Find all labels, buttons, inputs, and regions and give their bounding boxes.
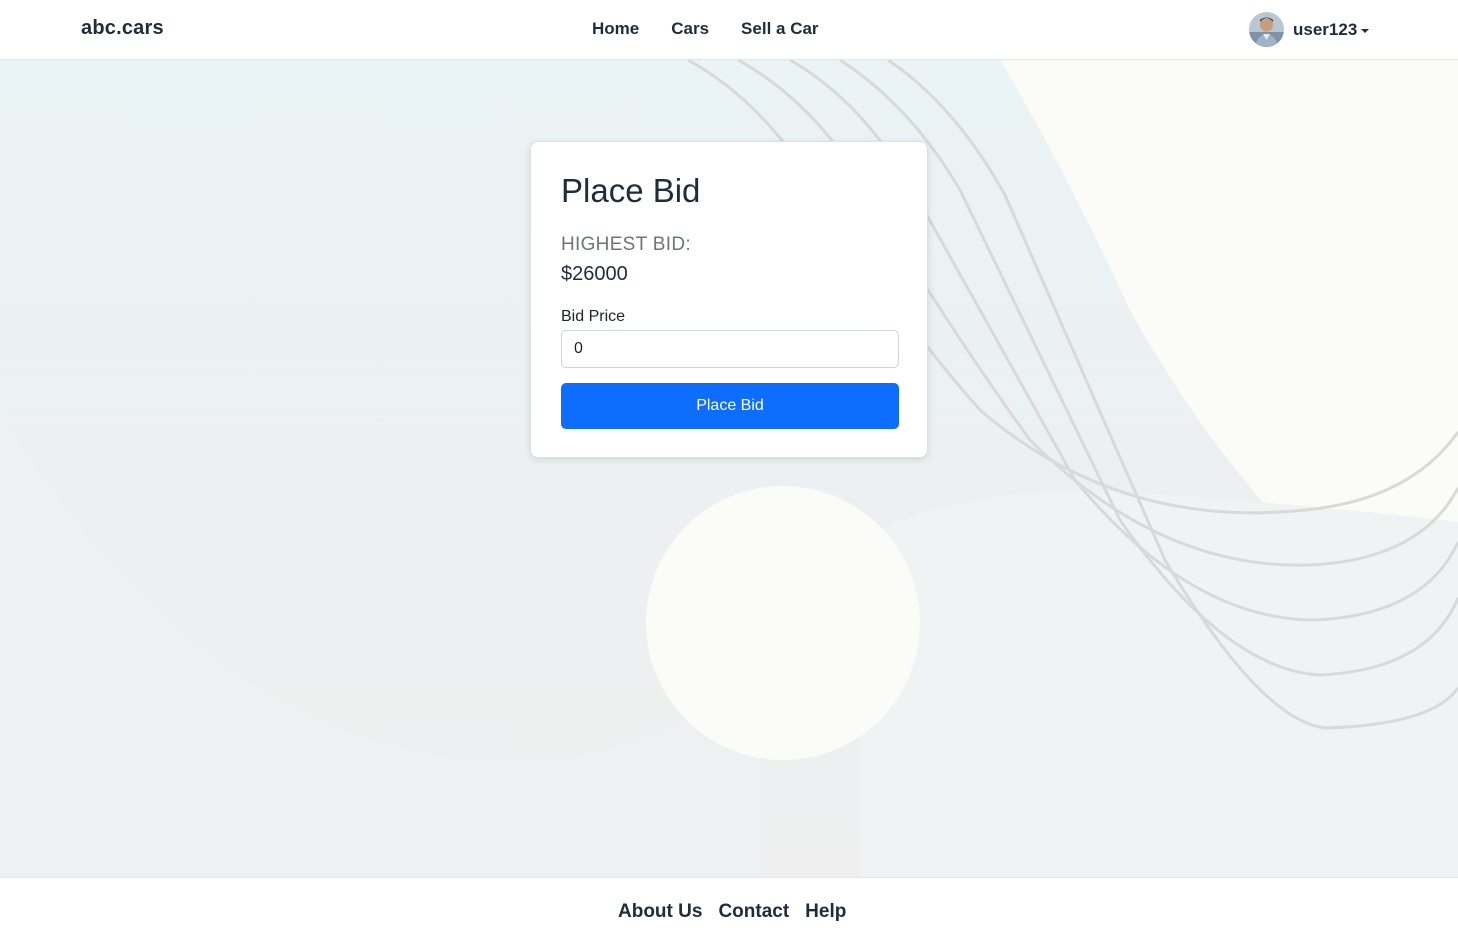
- footer-link-contact[interactable]: Contact: [718, 901, 789, 923]
- place-bid-button[interactable]: Place Bid: [561, 383, 899, 429]
- highest-bid-label: HIGHEST BID:: [561, 234, 691, 255]
- brand-logo-link[interactable]: abc.cars: [81, 17, 164, 40]
- user-avatar-icon: [1249, 12, 1284, 47]
- hero-background: Place Bid HIGHEST BID: $26000 Bid Price …: [0, 60, 1458, 877]
- main-nav: Home Cars Sell a Car: [592, 19, 819, 39]
- nav-link-sell-a-car[interactable]: Sell a Car: [741, 19, 819, 39]
- nav-link-cars[interactable]: Cars: [671, 19, 709, 39]
- user-name-label: user123: [1293, 19, 1358, 39]
- footer-link-help[interactable]: Help: [805, 901, 846, 923]
- card-title: Place Bid: [561, 172, 701, 209]
- top-navbar: abc.cars Home Cars Sell a Car user123: [0, 0, 1458, 60]
- user-menu-dropdown[interactable]: user123: [1249, 12, 1370, 47]
- chevron-down-icon: [1361, 28, 1370, 33]
- nav-link-home[interactable]: Home: [592, 19, 639, 39]
- footer: About Us Contact Help: [0, 877, 1458, 949]
- bid-price-label: Bid Price: [561, 308, 626, 325]
- bid-price-input[interactable]: [561, 330, 899, 368]
- highest-bid-value: $26000: [561, 263, 628, 285]
- footer-link-about-us[interactable]: About Us: [618, 901, 702, 923]
- footer-links: About Us Contact Help: [618, 901, 846, 923]
- place-bid-card: Place Bid HIGHEST BID: $26000 Bid Price …: [530, 141, 928, 458]
